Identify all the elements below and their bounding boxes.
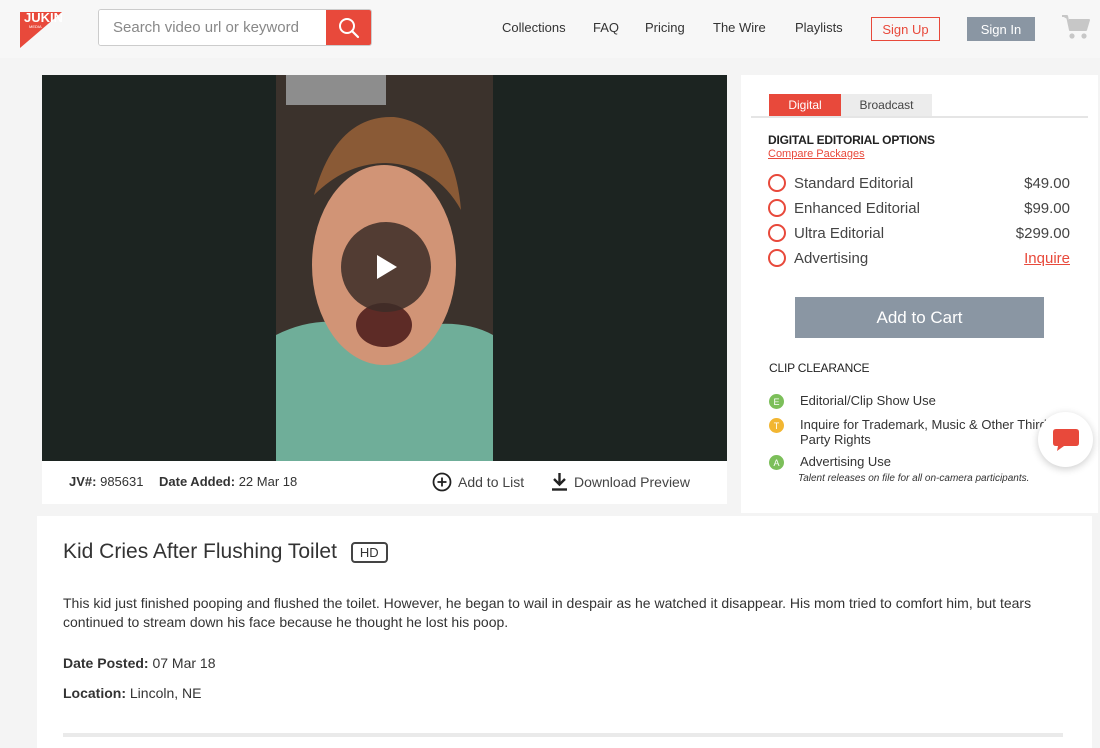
sign-up-button[interactable]: Sign Up <box>871 17 940 41</box>
clearance-text: Advertising Use <box>800 454 892 469</box>
option-enhanced-editorial[interactable]: Enhanced Editorial $99.00 <box>768 198 1070 218</box>
option-price: $299.00 <box>1015 224 1070 242</box>
jv-label: JV#: <box>69 474 97 489</box>
radio-enhanced-editorial[interactable] <box>768 199 786 217</box>
hd-badge: HD <box>350 541 388 563</box>
option-name: Ultra Editorial <box>794 224 885 242</box>
download-preview-label: Download Preview <box>574 473 690 490</box>
badge-e-icon: E <box>769 394 784 409</box>
option-price: $99.00 <box>1024 199 1070 217</box>
location-value: Lincoln, NE <box>129 685 202 701</box>
option-ultra-editorial[interactable]: Ultra Editorial $299.00 <box>768 223 1070 243</box>
badge-a-icon: A <box>769 455 784 470</box>
option-advertising[interactable]: Advertising Inquire <box>768 248 1070 268</box>
download-preview-button[interactable]: Download Preview <box>551 472 690 491</box>
date-posted-label: Date Posted: <box>63 655 149 671</box>
video-meta-bar: JV#: 985631 Date Added: 22 Mar 18 Add to… <box>42 461 727 504</box>
location: Location: Lincoln, NE <box>63 685 201 701</box>
talent-release-note: Talent releases on file for all on-camer… <box>798 473 1030 484</box>
video-player[interactable] <box>42 75 727 461</box>
add-to-cart-button[interactable]: Add to Cart <box>795 297 1044 338</box>
header: JUKIN MEDIA Collections FAQ Pricing The … <box>0 0 1100 58</box>
plus-circle-icon <box>432 472 452 492</box>
nav-faq[interactable]: FAQ <box>593 20 619 35</box>
date-added-label: Date Added: <box>159 474 236 489</box>
clip-description: This kid just finished pooping and flush… <box>63 595 1032 630</box>
sign-in-button[interactable]: Sign In <box>967 17 1035 41</box>
clip-title: Kid Cries After Flushing Toilet <box>63 540 337 563</box>
radio-advertising[interactable] <box>768 249 786 267</box>
option-standard-editorial[interactable]: Standard Editorial $49.00 <box>768 173 1070 193</box>
option-name: Standard Editorial <box>794 174 914 192</box>
clearance-editorial: E Editorial/Clip Show Use <box>769 393 936 409</box>
cart-icon[interactable] <box>1061 13 1091 41</box>
tab-digital[interactable]: Digital <box>769 94 841 116</box>
clearance-text: Inquire for Trademark, Music & Other Thi… <box>800 417 1047 447</box>
option-price: $49.00 <box>1024 174 1070 192</box>
date-posted: Date Posted: 07 Mar 18 <box>63 655 216 671</box>
nav-collections[interactable]: Collections <box>502 20 566 35</box>
clearance-text: Editorial/Clip Show Use <box>800 393 936 408</box>
play-icon <box>377 255 397 279</box>
date-added-value: 22 Mar 18 <box>238 474 298 489</box>
option-name: Enhanced Editorial <box>794 199 920 217</box>
radio-standard-editorial[interactable] <box>768 174 786 192</box>
option-name: Advertising <box>794 249 869 267</box>
options-heading: DIGITAL EDITORIAL OPTIONS <box>768 133 935 147</box>
tab-underline <box>751 116 1088 118</box>
clip-clearance-heading: CLIP CLEARANCE <box>769 361 870 375</box>
location-label: Location: <box>63 685 126 701</box>
nav-the-wire[interactable]: The Wire <box>713 20 766 35</box>
add-to-list-label: Add to List <box>458 474 525 490</box>
tab-broadcast[interactable]: Broadcast <box>841 94 932 116</box>
compare-packages-link[interactable]: Compare Packages <box>768 148 865 160</box>
clearance-trademark: T Inquire for Trademark, Music & Other T… <box>769 417 1069 447</box>
nav-pricing[interactable]: Pricing <box>645 20 685 35</box>
clearance-advertising: A Advertising Use <box>769 454 891 470</box>
inquire-link[interactable]: Inquire <box>1024 250 1070 267</box>
license-tabs: Digital Broadcast <box>769 94 932 116</box>
chat-icon <box>1052 428 1079 451</box>
date-posted-value: 07 Mar 18 <box>152 655 216 671</box>
play-button[interactable] <box>341 222 431 312</box>
jv-number: JV#: 985631 <box>69 474 143 489</box>
clip-details-card: Kid Cries After Flushing Toilet HD This … <box>37 516 1092 748</box>
chat-widget-button[interactable] <box>1038 412 1093 467</box>
clip-title-row: Kid Cries After Flushing Toilet HD <box>63 540 388 564</box>
radio-ultra-editorial[interactable] <box>768 224 786 242</box>
divider <box>63 733 1063 737</box>
date-added: Date Added: 22 Mar 18 <box>159 474 297 489</box>
nav-playlists[interactable]: Playlists <box>795 20 843 35</box>
download-icon <box>552 473 567 491</box>
add-to-list-button[interactable]: Add to List <box>432 472 524 492</box>
badge-t-icon: T <box>769 418 784 433</box>
jv-value: 985631 <box>100 474 144 489</box>
